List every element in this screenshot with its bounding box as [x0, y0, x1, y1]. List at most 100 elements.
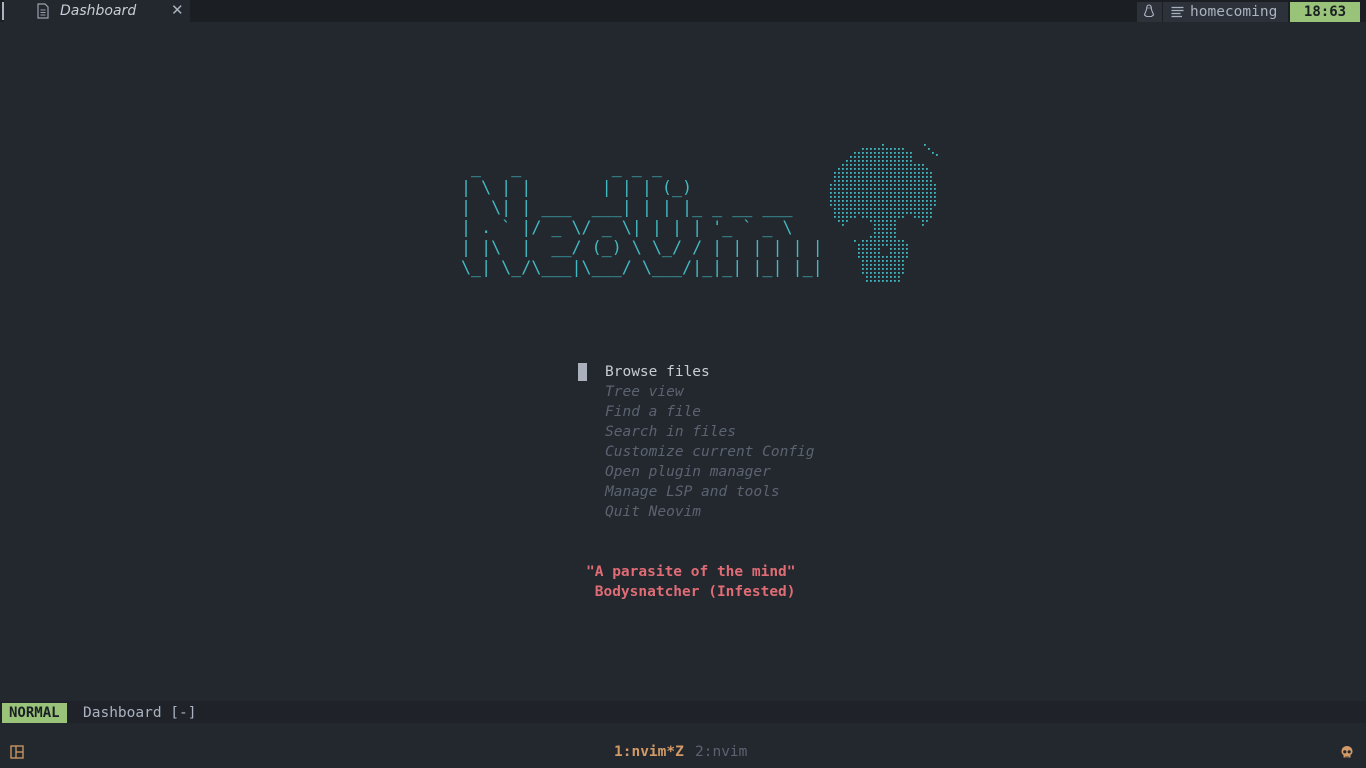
skull-dot [878, 224, 880, 226]
skull-dot [870, 156, 872, 158]
skull-dot [870, 160, 872, 162]
quote-line: "A parasite of the mind" [586, 564, 796, 580]
tmux-window-active[interactable]: 1:nvim*Z [614, 742, 684, 762]
skull-dot [838, 172, 840, 174]
skull-dot [890, 148, 892, 150]
skull-dot [874, 152, 876, 154]
skull-dot [886, 256, 888, 258]
skull-dot [882, 208, 884, 210]
skull-dot [898, 196, 900, 198]
skull-dot [846, 208, 848, 210]
skull-dot [890, 216, 892, 218]
skull-dot [930, 204, 932, 206]
menu-item-tree-view[interactable]: Tree view [605, 382, 815, 402]
skull-dot [882, 224, 884, 226]
skull-dot [842, 180, 844, 182]
menu-item-plugin-manager[interactable]: Open plugin manager [605, 462, 815, 482]
skull-dot [894, 272, 896, 274]
skull-dot [886, 192, 888, 194]
skull-dot [842, 192, 844, 194]
text-cursor [578, 363, 587, 381]
cursor-position: 18:63 [1290, 2, 1360, 22]
skull-dot [866, 268, 868, 270]
skull-dot [902, 160, 904, 162]
skull-dot [846, 172, 848, 174]
skull-dot [878, 252, 880, 254]
skull-dot [906, 204, 908, 206]
skull-dot [890, 200, 892, 202]
skull-dot [902, 188, 904, 190]
file-icon [37, 3, 49, 19]
skull-dot [922, 192, 924, 194]
skull-dot [838, 188, 840, 190]
tab-dashboard[interactable]: Dashboard ✕ [4, 0, 190, 22]
skull-dot [898, 208, 900, 210]
skull-dot [922, 224, 924, 226]
skull-dot [906, 200, 908, 202]
skull-dot [830, 196, 832, 198]
menu-item-browse-files[interactable]: Browse files [605, 362, 815, 382]
skull-dot [890, 240, 892, 242]
menu-item-quit[interactable]: Quit Neovim [605, 502, 815, 522]
skull-dot [842, 208, 844, 210]
skull-dot [910, 184, 912, 186]
skull-dot [878, 184, 880, 186]
skull-dot [850, 176, 852, 178]
skull-dot [890, 264, 892, 266]
menu-item-customize-config[interactable]: Customize current Config [605, 442, 815, 462]
skull-dot [930, 200, 932, 202]
skull-dot [886, 224, 888, 226]
skull-dot [894, 200, 896, 202]
skull-dot [850, 184, 852, 186]
skull-dot [898, 204, 900, 206]
skull-dot [834, 204, 836, 206]
skull-dot [866, 208, 868, 210]
skull-dot [910, 156, 912, 158]
skull-dot [926, 172, 928, 174]
skull-dot [910, 192, 912, 194]
skull-dot [918, 212, 920, 214]
skull-dot [874, 280, 876, 282]
menu-item-find-file[interactable]: Find a file [605, 402, 815, 422]
skull-dot [866, 172, 868, 174]
menu-item-manage-lsp[interactable]: Manage LSP and tools [605, 482, 815, 502]
skull-dot [906, 192, 908, 194]
skull-dot [926, 204, 928, 206]
skull-dot [870, 184, 872, 186]
skull-dot [838, 212, 840, 214]
skull-dot [886, 264, 888, 266]
skull-dot [930, 196, 932, 198]
skull-dot [866, 248, 868, 250]
layout-icon[interactable] [10, 745, 24, 759]
close-icon[interactable]: ✕ [171, 1, 184, 19]
menu-item-search-files[interactable]: Search in files [605, 422, 815, 442]
skull-dot [886, 200, 888, 202]
skull-dot [898, 172, 900, 174]
skull-dot [890, 196, 892, 198]
skull-dot [926, 168, 928, 170]
skull-dot [894, 236, 896, 238]
skull-dot [846, 176, 848, 178]
skull-dot [866, 280, 868, 282]
skull-dot [890, 212, 892, 214]
skull-dot [878, 272, 880, 274]
skull-dot [902, 164, 904, 166]
skull-dot [902, 256, 904, 258]
skull-dot [914, 176, 916, 178]
skull-dot [910, 168, 912, 170]
skull-dot [914, 208, 916, 210]
skull-dot [874, 268, 876, 270]
skull-dot [838, 196, 840, 198]
skull-dot [866, 192, 868, 194]
skull-dot [898, 148, 900, 150]
skull-dot [874, 208, 876, 210]
skull-dot [882, 268, 884, 270]
skull-dot [882, 236, 884, 238]
skull-dot [898, 192, 900, 194]
skull-dot [870, 188, 872, 190]
skull-dot [874, 160, 876, 162]
skull-dot [866, 168, 868, 170]
tmux-window-inactive[interactable]: 2:nvim [695, 742, 747, 762]
skull-dot [898, 260, 900, 262]
skull-dot [858, 164, 860, 166]
